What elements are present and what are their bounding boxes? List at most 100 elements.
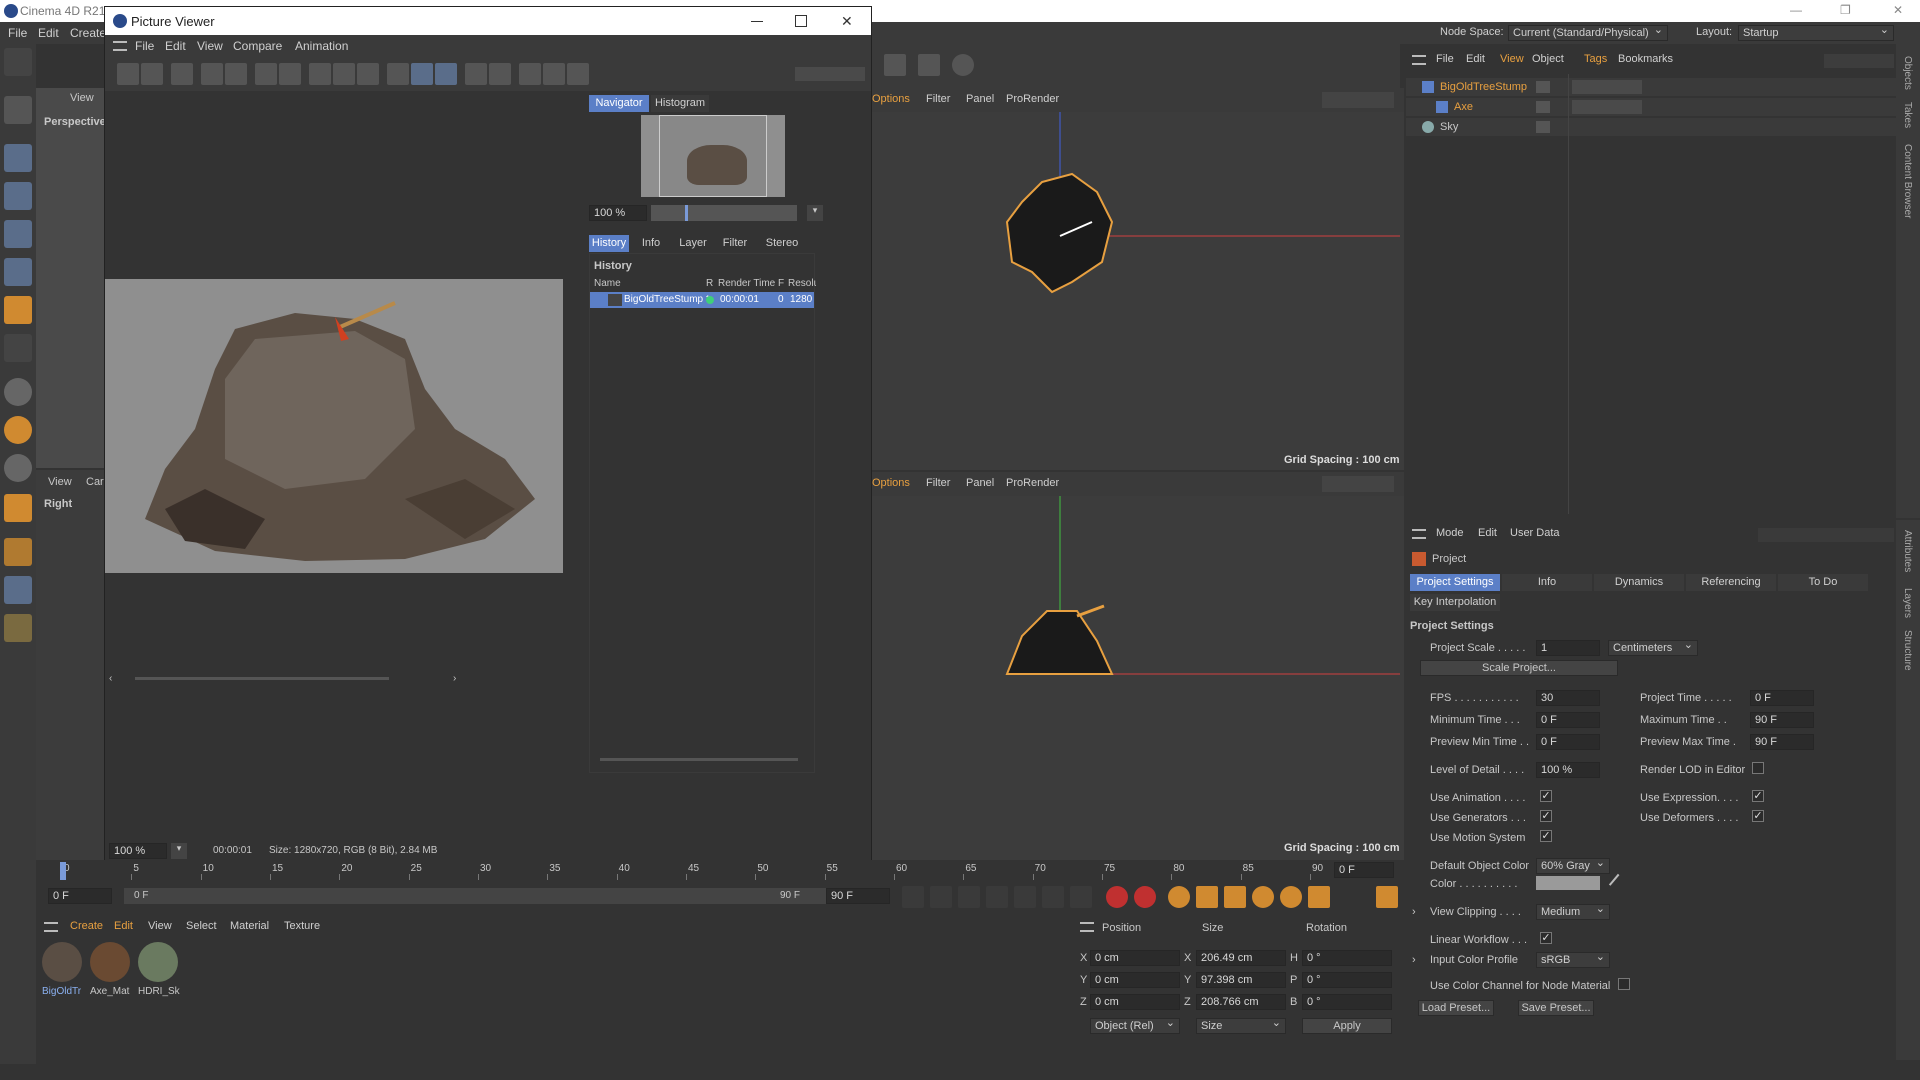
col-r[interactable]: R	[706, 278, 713, 289]
min-time-field[interactable]: 0 F	[1536, 712, 1600, 728]
use-animation-checkbox[interactable]: ✓	[1540, 790, 1552, 802]
side-tab-structure[interactable]: Structure	[1902, 630, 1913, 671]
tab-histogram[interactable]: Histogram	[651, 95, 709, 112]
vp1-panel[interactable]: Panel	[966, 93, 994, 105]
top-viewport[interactable]: Options Filter Panel ProRender Grid Spac…	[872, 88, 1404, 470]
pv-maximize-button[interactable]	[795, 15, 807, 27]
node-space-dropdown[interactable]: Current (Standard/Physical)	[1508, 24, 1668, 41]
om-menu-tags[interactable]: Tags	[1584, 53, 1607, 65]
pv-hscroll-left[interactable]: ‹	[109, 673, 112, 684]
key-rotation-icon[interactable]	[1252, 886, 1274, 908]
light-icon[interactable]	[952, 54, 974, 76]
linear-workflow-checkbox[interactable]: ✓	[1540, 932, 1552, 944]
om-row-sky[interactable]: Sky	[1406, 118, 1896, 136]
stop-render-icon[interactable]	[171, 63, 193, 85]
pv-menu-view[interactable]: View	[197, 39, 223, 53]
side-tab-layers[interactable]: Layers	[1902, 588, 1913, 618]
axe-tags[interactable]	[1572, 100, 1642, 114]
om-menu-view[interactable]: View	[1500, 53, 1524, 65]
key-scale-icon[interactable]	[1224, 886, 1246, 908]
record-icon[interactable]	[1106, 886, 1128, 908]
coord-size-y[interactable]: 97.398 cm	[1196, 972, 1286, 988]
am-tab-dynamics[interactable]: Dynamics	[1594, 574, 1684, 591]
coord-rot-b[interactable]: 0 °	[1302, 994, 1392, 1010]
axis-icon[interactable]	[4, 334, 32, 362]
perspective-viewport[interactable]: View Perspective	[36, 88, 106, 468]
mm-hamburger-icon[interactable]	[44, 922, 58, 932]
prev-frame-icon[interactable]	[958, 886, 980, 908]
layout-1-icon[interactable]	[519, 63, 541, 85]
om-hamburger-icon[interactable]	[1412, 55, 1426, 65]
side-tab-objects[interactable]: Objects	[1902, 56, 1913, 90]
om-menu-bookmarks[interactable]: Bookmarks	[1618, 53, 1673, 65]
om-menu-edit[interactable]: Edit	[1466, 53, 1485, 65]
coord-size-z[interactable]: 208.766 cm	[1196, 994, 1286, 1010]
key-pla-icon[interactable]	[1308, 886, 1330, 908]
material-axe[interactable]: Axe_Mat	[88, 942, 132, 1002]
points-mode-icon[interactable]	[4, 220, 32, 248]
front-viewport[interactable]: Options Filter Panel ProRender Grid Spac…	[872, 472, 1404, 860]
model-mode-icon[interactable]	[4, 96, 32, 124]
max-time-field[interactable]: 90 F	[1750, 712, 1814, 728]
am-tab-project-settings[interactable]: Project Settings	[1410, 574, 1500, 591]
side-tab-content-browser[interactable]: Content Browser	[1902, 144, 1913, 218]
side-tab-attributes[interactable]: Attributes	[1902, 530, 1913, 572]
apply-button[interactable]: Apply	[1302, 1018, 1392, 1034]
lod-field[interactable]: 100 %	[1536, 762, 1600, 778]
om-row-stump[interactable]: BigOldTreeStump	[1406, 78, 1896, 96]
set-b-icon[interactable]	[489, 63, 511, 85]
am-hamburger-icon[interactable]	[1412, 529, 1426, 539]
prev-key-icon[interactable]	[930, 886, 952, 908]
col-render-time[interactable]: Render Time	[718, 278, 775, 289]
tab-history[interactable]: History	[589, 235, 629, 252]
coord-size-dropdown[interactable]: Size	[1196, 1017, 1286, 1034]
close-button[interactable]: ✕	[1893, 3, 1903, 17]
edges-mode-icon[interactable]	[4, 258, 32, 286]
pv-menu-edit[interactable]: Edit	[165, 39, 186, 53]
mm-menu-view[interactable]: View	[148, 920, 172, 932]
next-key-icon[interactable]	[1042, 886, 1064, 908]
snap-enable-icon[interactable]	[4, 454, 32, 482]
menu-edit[interactable]: Edit	[38, 26, 59, 40]
camera-icon[interactable]	[918, 54, 940, 76]
vp2-prorender[interactable]: ProRender	[1006, 477, 1059, 489]
key-position-icon[interactable]	[1196, 886, 1218, 908]
render-lod-checkbox[interactable]	[1752, 762, 1764, 774]
pv-render-icon[interactable]	[357, 63, 379, 85]
pv-hscroll-right[interactable]: ›	[453, 673, 456, 684]
timeline-range-bar[interactable]	[124, 888, 838, 904]
mm-menu-edit[interactable]: Edit	[114, 920, 133, 932]
grid-icon[interactable]	[4, 576, 32, 604]
pv-frame-icon[interactable]	[309, 63, 331, 85]
workplane-icon[interactable]	[4, 538, 32, 566]
col-name[interactable]: Name	[594, 278, 621, 289]
set-a-icon[interactable]	[465, 63, 487, 85]
tab-navigator[interactable]: Navigator	[589, 95, 649, 112]
project-scale-field[interactable]: 1	[1536, 640, 1600, 656]
use-motion-checkbox[interactable]: ✓	[1540, 830, 1552, 842]
use-deformers-checkbox[interactable]: ✓	[1752, 810, 1764, 822]
menu-file[interactable]: File	[8, 26, 27, 40]
input-profile-dropdown[interactable]: sRGB	[1536, 951, 1610, 968]
snap-settings-icon[interactable]	[4, 416, 32, 444]
om-search-icon[interactable]	[1824, 54, 1894, 68]
history-row[interactable]: BigOldTreeStump * 00:00:01 0 1280	[590, 292, 814, 308]
render-region-pv-icon[interactable]	[279, 63, 301, 85]
auto-key-icon[interactable]	[1134, 886, 1156, 908]
pv-menu-compare[interactable]: Compare	[233, 39, 282, 53]
next-frame-icon[interactable]	[1014, 886, 1036, 908]
fps-field[interactable]: 30	[1536, 690, 1600, 706]
key-param-icon[interactable]	[1280, 886, 1302, 908]
am-tab-referencing[interactable]: Referencing	[1686, 574, 1776, 591]
use-expression-checkbox[interactable]: ✓	[1752, 790, 1764, 802]
sky-visibility-icon[interactable]	[1536, 121, 1550, 133]
pv-close-button[interactable]: ✕	[841, 13, 853, 30]
snap-icon[interactable]	[4, 378, 32, 406]
stump-visibility-icon[interactable]	[1536, 81, 1550, 93]
timeline-playhead[interactable]	[60, 862, 66, 880]
pv-minimize-button[interactable]	[751, 21, 763, 22]
right-viewport-left[interactable]: View Car Right	[36, 470, 106, 860]
stump-tags[interactable]	[1572, 80, 1642, 94]
mm-menu-create[interactable]: Create	[70, 920, 103, 932]
coord-mode-dropdown[interactable]: Object (Rel)	[1090, 1017, 1180, 1034]
